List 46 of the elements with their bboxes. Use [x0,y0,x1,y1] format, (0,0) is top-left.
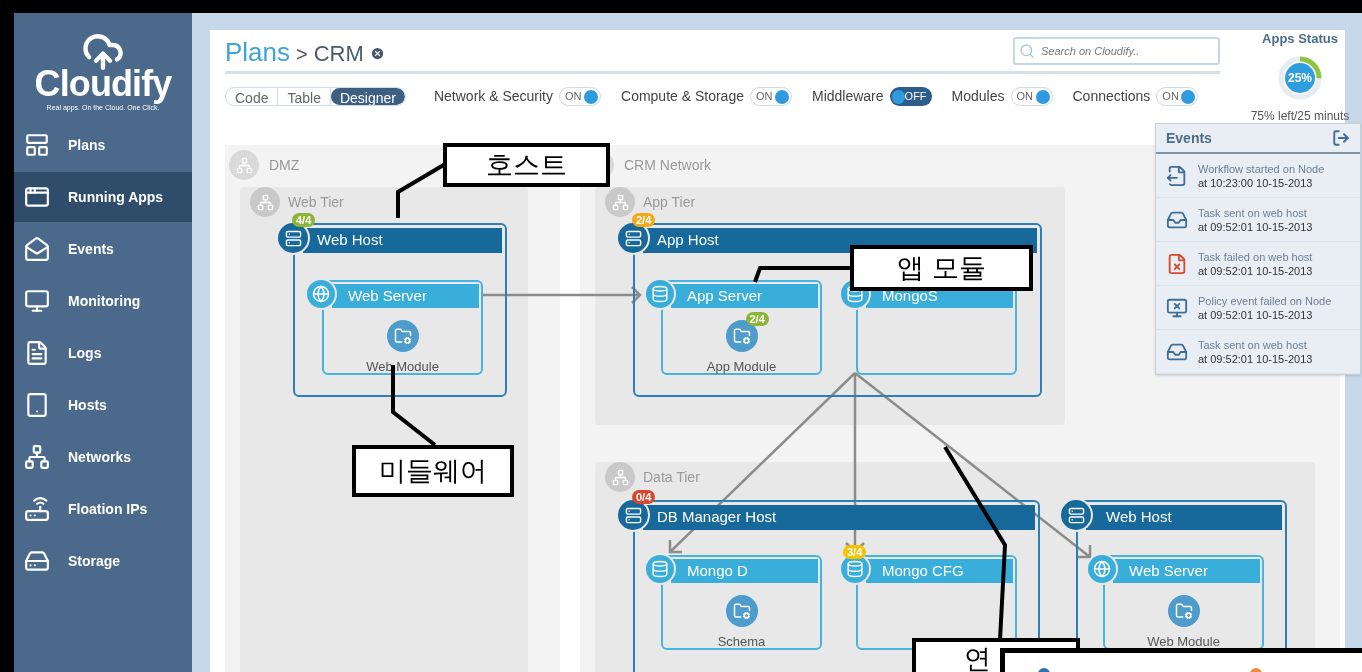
logo-text: Cloudify [34,65,172,103]
event-time: at 09:52:01 10-15-2013 [1198,263,1313,278]
service-label: App Server [687,285,763,306]
event-title: Task sent on web host [1198,337,1308,352]
network-label: CRM Network [624,155,712,175]
toggle-label: Middleware [812,87,884,106]
host-label: Web Host [317,230,383,251]
breadcrumb-separator: > [296,42,308,67]
host-label: App Host [657,230,719,251]
module-label: Web Module [1147,633,1220,651]
event-time: at 09:52:01 10-15-2013 [1198,307,1314,322]
callout-tooltip: 앱 모듈 [850,245,1033,291]
breadcrumb-current: CRM [313,40,364,68]
status-title: Apps Status [1262,30,1338,48]
count-badge: 4/4 [292,213,316,227]
event-title: Task failed on web host [1198,249,1313,264]
service-label: Mongo D [687,560,748,581]
event-time: at 10:23:00 10-15-2013 [1198,175,1314,190]
service-label: Mongo CFG [882,560,964,581]
host-label: Web Host [1106,507,1172,528]
event-title: Workflow started on Node [1198,161,1325,176]
callout-tooltip: 호스트 [443,143,610,187]
toggle-label: Connections [1072,87,1151,106]
toggle-label: Compute & Storage [621,87,744,106]
service-label: Web Server [348,285,427,306]
callout-tooltip: 미들웨어 [352,445,514,497]
service-label: Web Server [1129,560,1208,581]
toggle-label: Modules [951,87,1005,106]
network-label: DMZ [269,155,300,175]
tier-label: Web Tier [288,192,344,212]
event-title: Policy event failed on Node [1198,293,1332,308]
tier-label: Data Tier [643,467,700,487]
host-label: DB Manager Host [657,507,777,528]
event-time: at 09:52:01 10-15-2013 [1198,351,1313,366]
count-badge: 0/4 [632,490,656,504]
event-time: at 09:52:01 10-15-2013 [1198,219,1313,234]
status-percent: 25% [1287,69,1313,86]
tier-label: App Tier [643,192,696,212]
toggle-label: Network & Security [433,87,553,106]
module-label: App Module [706,358,777,376]
status-caption: 75% left/25 minuts [1250,107,1350,125]
count-badge: 2/4 [632,213,656,227]
event-title: Task sent on web host [1198,205,1308,220]
count-badge: 3/4 [843,545,867,559]
module-label: Schema [717,633,766,651]
events-title: Events [1166,128,1212,148]
